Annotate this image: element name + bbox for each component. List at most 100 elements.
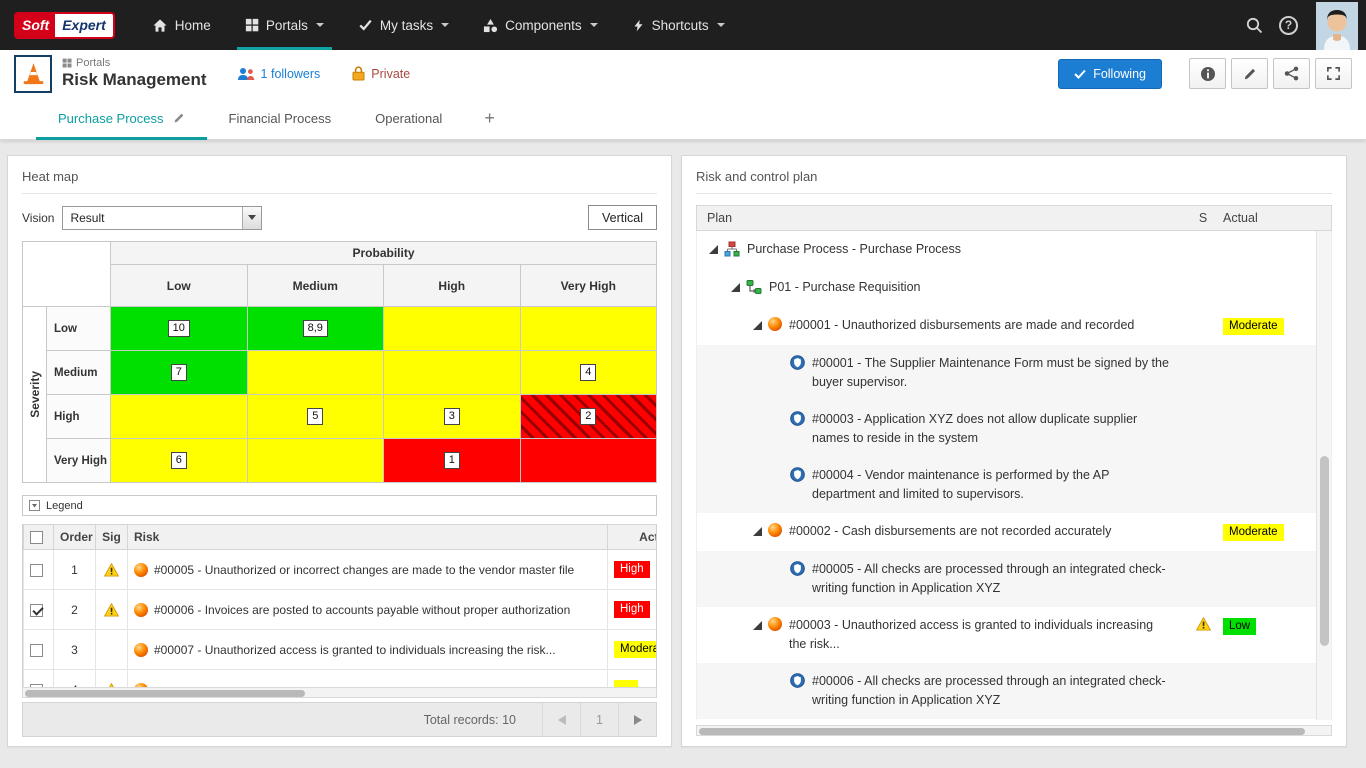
heatmap-cell[interactable] bbox=[248, 439, 385, 483]
heatmap-cell[interactable]: 3 bbox=[384, 395, 521, 439]
select-all-header bbox=[24, 525, 54, 550]
heatmap-cell[interactable]: 6 bbox=[111, 439, 248, 483]
heatmap-cell[interactable]: 7 bbox=[111, 351, 248, 395]
plan-tree-row[interactable]: P01 - Purchase Requisition bbox=[697, 269, 1331, 307]
vertical-button[interactable]: Vertical bbox=[588, 205, 657, 230]
risk-table-row[interactable]: 2#00006 - Invoices are posted to account… bbox=[24, 590, 658, 630]
heatmap-cell[interactable] bbox=[521, 439, 658, 483]
following-button[interactable]: Following bbox=[1058, 59, 1162, 89]
nav-item-home[interactable]: Home bbox=[135, 0, 228, 50]
scrollbar-thumb[interactable] bbox=[25, 690, 305, 697]
heatmap-cell[interactable] bbox=[384, 307, 521, 351]
risk-table: OrderSigRiskActual 1#00005 - Unauthorize… bbox=[23, 524, 657, 687]
portals-grid-icon bbox=[62, 58, 72, 68]
collapse-node-icon[interactable] bbox=[753, 527, 768, 536]
heatmap-cell[interactable] bbox=[521, 307, 658, 351]
nav-item-shortcuts[interactable]: Shortcuts bbox=[615, 0, 742, 50]
components-icon bbox=[483, 18, 498, 33]
help-icon[interactable] bbox=[1279, 16, 1298, 35]
tab-label: Operational bbox=[375, 111, 442, 126]
column-header-actual[interactable]: Actual bbox=[608, 525, 658, 550]
risk-table-row[interactable]: 4 bbox=[24, 670, 658, 688]
heatmap-cell-count: 10 bbox=[168, 320, 190, 337]
actual-column-header[interactable]: Actual bbox=[1223, 211, 1315, 225]
significance-column-header[interactable]: S bbox=[1183, 211, 1223, 225]
chevron-down-icon bbox=[717, 23, 725, 27]
collapse-node-icon[interactable] bbox=[709, 245, 724, 254]
nav-item-components[interactable]: Components bbox=[466, 0, 615, 50]
plan-tree-row[interactable]: #00002 - Cash disbursements are not reco… bbox=[697, 513, 1331, 551]
plan-tree-row[interactable]: #00005 - All checks are processed throug… bbox=[697, 551, 1331, 607]
plan-tree-row[interactable]: #00003 - Application XYZ does not allow … bbox=[697, 401, 1331, 457]
plan-tree-row[interactable]: Purchase Process - Purchase Process bbox=[697, 231, 1331, 269]
collapse-node-icon[interactable] bbox=[753, 621, 768, 630]
heatmap-cell[interactable]: 8,9 bbox=[248, 307, 385, 351]
tab-operational[interactable]: Operational bbox=[353, 97, 464, 139]
select-dropdown-button[interactable] bbox=[242, 207, 261, 229]
plan-tree-row[interactable]: #00006 - All checks are processed throug… bbox=[697, 663, 1331, 719]
risk-table-row[interactable]: 3#00007 - Unauthorized access is granted… bbox=[24, 630, 658, 670]
collapse-node-icon[interactable] bbox=[731, 283, 746, 292]
vision-selected-value: Result bbox=[70, 211, 104, 225]
column-header-order[interactable]: Order bbox=[54, 525, 96, 550]
heatmap-cell[interactable]: 4 bbox=[521, 351, 658, 395]
vertical-scrollbar[interactable] bbox=[1316, 231, 1331, 720]
row-checkbox[interactable] bbox=[30, 564, 43, 577]
heatmap-cell-count: 7 bbox=[171, 364, 187, 381]
share-button[interactable] bbox=[1273, 58, 1310, 89]
plan-tree-row[interactable]: #00004 - Vendor maintenance is performed… bbox=[697, 457, 1331, 513]
nav-item-portals[interactable]: Portals bbox=[228, 0, 341, 50]
heatmap-cell-count: 8,9 bbox=[303, 320, 328, 337]
heatmap-cell-count: 4 bbox=[580, 364, 596, 381]
select-all-checkbox[interactable] bbox=[30, 531, 43, 544]
plan-tree-row[interactable]: #00003 - Unauthorized access is granted … bbox=[697, 607, 1331, 663]
nav-item-label: Portals bbox=[266, 18, 308, 33]
column-header-risk[interactable]: Risk bbox=[128, 525, 608, 550]
tab-purchase-process[interactable]: Purchase Process bbox=[36, 97, 207, 139]
actual-result-badge: Low bbox=[1223, 618, 1256, 635]
risk-control-plan-panel: Risk and control plan Plan S Actual Purc… bbox=[681, 155, 1347, 747]
nav-item-my-tasks[interactable]: My tasks bbox=[341, 0, 466, 50]
plan-tree-row[interactable]: #00001 - Unauthorized disbursements are … bbox=[697, 307, 1331, 345]
user-avatar[interactable] bbox=[1316, 2, 1358, 50]
followers-link[interactable]: 1 followers bbox=[237, 67, 321, 81]
vision-select[interactable]: Result bbox=[62, 206, 262, 230]
row-checkbox[interactable] bbox=[30, 644, 43, 657]
heatmap-cell[interactable] bbox=[384, 351, 521, 395]
legend-toggle[interactable]: Legend bbox=[22, 495, 657, 516]
risk-order: 3 bbox=[54, 630, 96, 670]
horizontal-scrollbar[interactable] bbox=[696, 725, 1332, 736]
heatmap-cell[interactable]: 2 bbox=[521, 395, 658, 439]
horizontal-scrollbar[interactable] bbox=[22, 687, 657, 698]
heatmap-cell[interactable] bbox=[111, 395, 248, 439]
edit-tab-pencil-icon[interactable] bbox=[173, 112, 185, 124]
search-icon[interactable] bbox=[1245, 16, 1263, 34]
heatmap-cell[interactable]: 10 bbox=[111, 307, 248, 351]
add-tab-button[interactable]: + bbox=[464, 97, 515, 139]
fullscreen-button[interactable] bbox=[1315, 58, 1352, 89]
scrollbar-thumb[interactable] bbox=[1320, 456, 1329, 646]
column-header-sig[interactable]: Sig bbox=[96, 525, 128, 550]
tab-financial-process[interactable]: Financial Process bbox=[207, 97, 354, 139]
scrollbar-thumb[interactable] bbox=[699, 728, 1305, 735]
breadcrumb[interactable]: Portals bbox=[62, 57, 207, 69]
heatmap-cell[interactable]: 1 bbox=[384, 439, 521, 483]
plan-column-header[interactable]: Plan bbox=[697, 211, 1183, 225]
plan-tree-row[interactable]: #00001 - The Supplier Maintenance Form m… bbox=[697, 345, 1331, 401]
softexpert-logo[interactable]: Soft Expert bbox=[14, 12, 115, 39]
vision-label: Vision bbox=[22, 211, 54, 225]
actual-result-badge: High bbox=[614, 601, 650, 618]
nav-item-label: Components bbox=[505, 18, 582, 33]
collapse-node-icon[interactable] bbox=[753, 321, 768, 330]
edit-button[interactable] bbox=[1231, 58, 1268, 89]
next-page-button[interactable] bbox=[618, 703, 656, 736]
info-button[interactable] bbox=[1189, 58, 1226, 89]
risk-table-row[interactable]: 1#00005 - Unauthorized or incorrect chan… bbox=[24, 550, 658, 590]
heatmap-cell[interactable]: 5 bbox=[248, 395, 385, 439]
heatmap-cell-count: 5 bbox=[307, 408, 323, 425]
risk-icon bbox=[768, 617, 782, 631]
logo-expert: Expert bbox=[55, 14, 113, 37]
previous-page-button[interactable] bbox=[542, 703, 580, 736]
row-checkbox[interactable] bbox=[30, 604, 43, 617]
heatmap-cell[interactable] bbox=[248, 351, 385, 395]
